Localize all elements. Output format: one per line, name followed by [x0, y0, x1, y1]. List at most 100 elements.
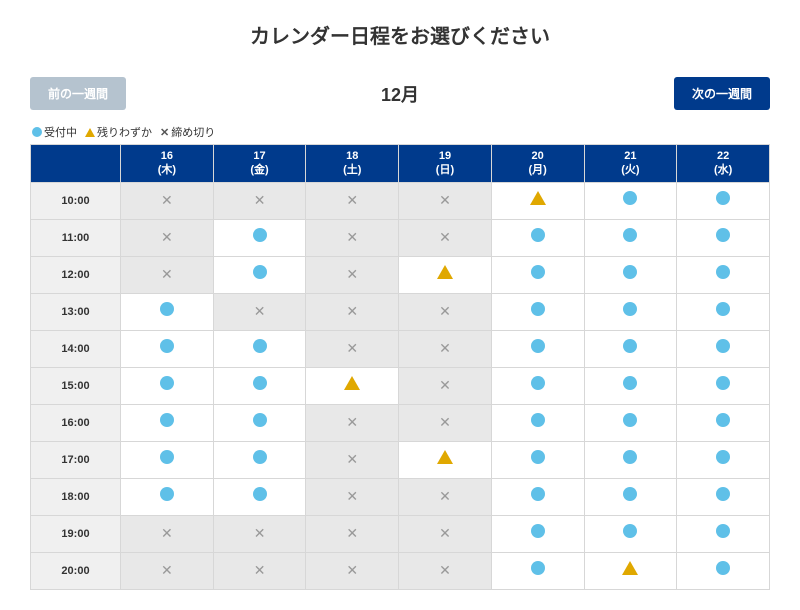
table-row: 20:00✕✕✕✕ — [31, 552, 770, 589]
slot-cell[interactable] — [584, 182, 677, 219]
day-number: 17 — [253, 150, 265, 162]
available-icon — [253, 228, 267, 242]
available-icon — [716, 413, 730, 427]
legend-closed: ✕ 締め切り — [160, 124, 215, 140]
available-icon — [253, 487, 267, 501]
day-of-week: (土) — [343, 164, 361, 176]
slot-cell[interactable] — [677, 441, 770, 478]
slot-cell[interactable] — [584, 552, 677, 589]
slot-cell: ✕ — [399, 182, 492, 219]
slot-cell[interactable] — [213, 219, 306, 256]
available-icon — [623, 413, 637, 427]
slot-cell: ✕ — [399, 367, 492, 404]
slot-cell[interactable] — [491, 330, 584, 367]
available-icon — [253, 339, 267, 353]
slot-cell[interactable] — [677, 219, 770, 256]
legend: 受付中 残りわずか ✕ 締め切り — [30, 124, 770, 140]
slot-cell[interactable] — [677, 293, 770, 330]
slot-cell[interactable] — [491, 367, 584, 404]
slot-cell[interactable] — [213, 367, 306, 404]
slot-cell[interactable] — [213, 256, 306, 293]
slot-cell[interactable] — [491, 293, 584, 330]
slot-cell[interactable] — [306, 367, 399, 404]
slot-cell[interactable] — [491, 182, 584, 219]
available-icon — [716, 191, 730, 205]
slot-cell[interactable] — [677, 404, 770, 441]
slot-cell[interactable] — [584, 441, 677, 478]
slot-cell[interactable] — [584, 367, 677, 404]
time-label: 17:00 — [31, 441, 121, 478]
next-week-button[interactable]: 次の一週間 — [674, 77, 770, 110]
slot-cell: ✕ — [306, 478, 399, 515]
slot-cell[interactable] — [677, 182, 770, 219]
slot-cell: ✕ — [399, 478, 492, 515]
slot-cell: ✕ — [213, 552, 306, 589]
available-icon — [160, 487, 174, 501]
time-label: 10:00 — [31, 182, 121, 219]
slot-cell[interactable] — [491, 219, 584, 256]
legend-available: 受付中 — [32, 124, 77, 140]
time-label: 16:00 — [31, 404, 121, 441]
slot-cell: ✕ — [399, 552, 492, 589]
available-icon — [623, 487, 637, 501]
closed-icon: ✕ — [254, 562, 266, 578]
slot-cell[interactable] — [213, 404, 306, 441]
slot-cell[interactable] — [584, 404, 677, 441]
few-icon — [530, 191, 546, 205]
time-label: 12:00 — [31, 256, 121, 293]
slot-cell[interactable] — [677, 552, 770, 589]
day-header: 20(月) — [491, 145, 584, 183]
slot-cell[interactable] — [491, 478, 584, 515]
available-icon — [716, 524, 730, 538]
day-of-week: (日) — [436, 164, 454, 176]
slot-cell[interactable] — [491, 256, 584, 293]
slot-cell: ✕ — [399, 404, 492, 441]
slot-cell[interactable] — [213, 330, 306, 367]
day-header: 16(木) — [121, 145, 214, 183]
available-icon — [623, 376, 637, 390]
slot-cell[interactable] — [584, 330, 677, 367]
available-icon — [531, 339, 545, 353]
slot-cell[interactable] — [399, 256, 492, 293]
slot-cell[interactable] — [121, 404, 214, 441]
legend-closed-label: 締め切り — [171, 124, 215, 140]
closed-icon: ✕ — [346, 451, 358, 467]
slot-cell[interactable] — [121, 367, 214, 404]
available-icon — [623, 302, 637, 316]
few-icon — [344, 376, 360, 390]
slot-cell[interactable] — [584, 478, 677, 515]
slot-cell[interactable] — [677, 515, 770, 552]
slot-cell[interactable] — [121, 441, 214, 478]
slot-cell[interactable] — [213, 441, 306, 478]
slot-cell: ✕ — [306, 515, 399, 552]
closed-icon: ✕ — [439, 488, 451, 504]
slot-cell[interactable] — [399, 441, 492, 478]
closed-icon: ✕ — [254, 303, 266, 319]
table-row: 14:00✕✕ — [31, 330, 770, 367]
slot-cell[interactable] — [677, 478, 770, 515]
table-row: 15:00✕ — [31, 367, 770, 404]
slot-cell: ✕ — [121, 256, 214, 293]
slot-cell[interactable] — [213, 478, 306, 515]
slot-cell[interactable] — [121, 478, 214, 515]
day-number: 19 — [439, 150, 451, 162]
table-row: 12:00✕✕ — [31, 256, 770, 293]
closed-icon: ✕ — [346, 525, 358, 541]
slot-cell[interactable] — [677, 367, 770, 404]
slot-cell[interactable] — [491, 441, 584, 478]
slot-cell[interactable] — [121, 293, 214, 330]
slot-cell[interactable] — [121, 330, 214, 367]
slot-cell[interactable] — [584, 256, 677, 293]
slot-cell[interactable] — [491, 404, 584, 441]
slot-cell[interactable] — [584, 293, 677, 330]
day-header: 22(水) — [677, 145, 770, 183]
slot-cell[interactable] — [584, 515, 677, 552]
slot-cell[interactable] — [491, 552, 584, 589]
slot-cell[interactable] — [491, 515, 584, 552]
available-icon — [253, 413, 267, 427]
closed-icon: ✕ — [439, 414, 451, 430]
prev-week-button[interactable]: 前の一週間 — [30, 77, 126, 110]
slot-cell[interactable] — [677, 330, 770, 367]
slot-cell[interactable] — [584, 219, 677, 256]
slot-cell[interactable] — [677, 256, 770, 293]
